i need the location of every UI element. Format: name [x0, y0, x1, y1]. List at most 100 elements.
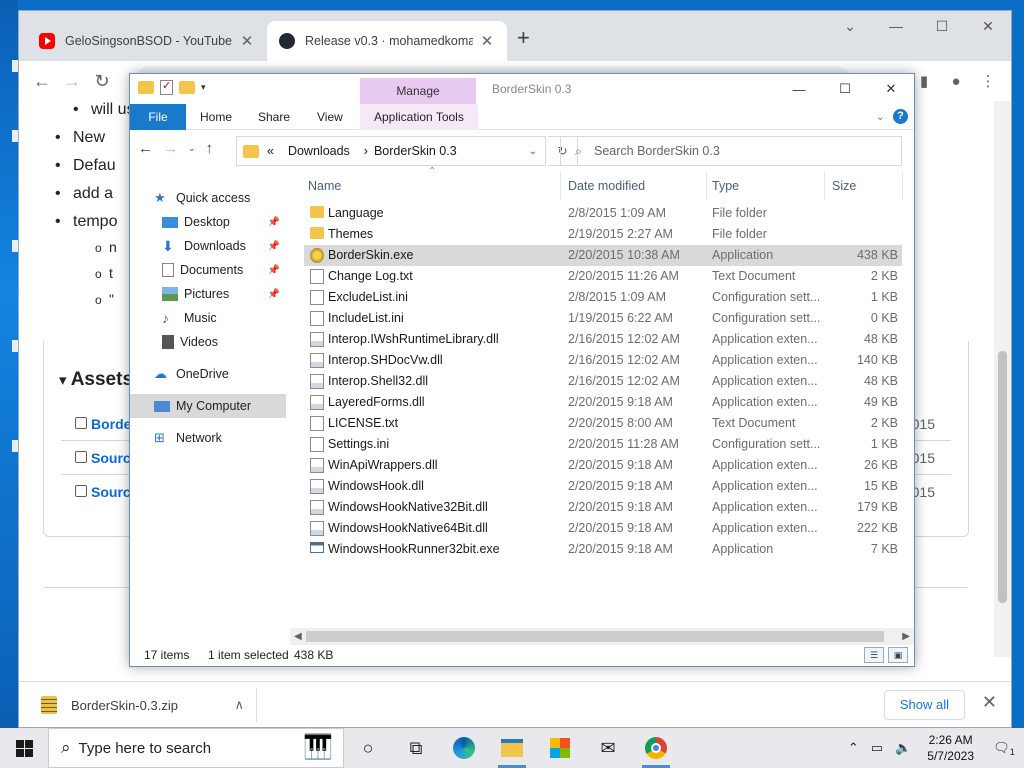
file-explorer-taskbar-button[interactable]: [488, 728, 536, 768]
column-header-date[interactable]: Date modified: [568, 172, 645, 200]
column-header-type[interactable]: Type: [712, 172, 739, 200]
taskbar-search-box[interactable]: ⌕ Type here to search 🎹: [48, 728, 344, 768]
breadcrumb-overflow[interactable]: «: [267, 144, 274, 158]
address-bar[interactable]: « Downloads › BorderSkin 0.3 ⌄: [236, 136, 546, 166]
file-row[interactable]: IncludeList.ini 1/19/2015 6:22 AM Configur…: [304, 308, 902, 329]
profile-avatar-icon[interactable]: ●: [941, 66, 971, 96]
details-view-icon[interactable]: ☰: [864, 647, 884, 663]
sidebar-item-my-computer[interactable]: My Computer: [130, 394, 286, 418]
sidebar-item-pictures[interactable]: Pictures 📌: [130, 282, 286, 306]
large-icons-view-icon[interactable]: ▣: [888, 647, 908, 663]
scroll-left-icon[interactable]: ◀: [294, 628, 302, 645]
chevron-up-icon[interactable]: ∧: [234, 697, 244, 713]
new-folder-icon[interactable]: [179, 81, 195, 94]
chrome-taskbar-button[interactable]: [632, 728, 680, 768]
close-tab-icon[interactable]: ✕: [239, 32, 255, 50]
pin-icon[interactable]: 📌: [268, 289, 280, 300]
download-item[interactable]: BorderSkin-0.3.zip ∧: [29, 688, 257, 722]
file-row[interactable]: Interop.IWshRuntimeLibrary.dll 2/16/2015 …: [304, 329, 902, 350]
sidebar-item-network[interactable]: ⊞ Network: [130, 426, 286, 450]
tab-application-tools[interactable]: Application Tools: [360, 104, 478, 130]
reload-icon[interactable]: ↻: [87, 66, 117, 96]
column-divider[interactable]: [706, 172, 707, 200]
tab-search-icon[interactable]: ⌄: [827, 11, 873, 41]
close-icon[interactable]: ✕: [868, 74, 914, 104]
column-header-name[interactable]: Name: [308, 172, 341, 200]
back-icon[interactable]: ←: [27, 66, 57, 96]
column-divider[interactable]: [560, 172, 561, 200]
file-row[interactable]: Settings.ini 2/20/2015 11:28 AM Configurat…: [304, 434, 902, 455]
breadcrumb-separator-icon[interactable]: ›: [364, 144, 368, 158]
new-tab-icon[interactable]: +: [517, 25, 530, 51]
back-icon[interactable]: ←: [138, 140, 153, 157]
clock[interactable]: 2:26 AM 5/7/2023: [927, 732, 974, 764]
column-divider[interactable]: [902, 172, 903, 200]
forward-icon[interactable]: →: [163, 140, 178, 157]
file-row[interactable]: WinApiWrappers.dll 2/20/2015 9:18 AM Appli…: [304, 455, 902, 476]
volume-icon[interactable]: 🔈: [895, 740, 911, 756]
edge-taskbar-button[interactable]: [440, 728, 488, 768]
cortana-icon[interactable]: ○: [344, 728, 392, 768]
file-row[interactable]: WindowsHookRunner32bit.exe 2/20/2015 9:18…: [304, 539, 902, 560]
file-row[interactable]: Themes 2/19/2015 2:27 AM File folder: [304, 224, 902, 245]
customize-dropdown-icon[interactable]: ▾: [201, 82, 206, 93]
scrollbar-thumb[interactable]: [998, 351, 1007, 603]
breadcrumb-downloads[interactable]: Downloads: [288, 144, 350, 158]
recent-locations-icon[interactable]: ⌄: [188, 143, 196, 154]
show-hidden-icons-icon[interactable]: ⌃: [848, 740, 859, 756]
tab-manage[interactable]: Manage: [360, 78, 476, 104]
sidebar-item-music[interactable]: ♪ Music: [130, 306, 286, 330]
file-row[interactable]: Interop.Shell32.dll 2/16/2015 12:02 AM App…: [304, 371, 902, 392]
sidebar-item-quick-access[interactable]: ★ Quick access: [130, 186, 286, 210]
sidebar-item-onedrive[interactable]: ☁ OneDrive: [130, 362, 286, 386]
maximize-icon[interactable]: ☐: [822, 74, 868, 104]
column-header-size[interactable]: Size: [832, 172, 856, 200]
tab-file[interactable]: File: [130, 104, 186, 130]
file-row[interactable]: Language 2/8/2015 1:09 AM File folder: [304, 203, 902, 224]
up-icon[interactable]: ↑: [206, 140, 214, 157]
start-button[interactable]: [0, 728, 48, 768]
task-view-icon[interactable]: ⧉: [392, 728, 440, 768]
close-tab-icon[interactable]: ✕: [479, 32, 495, 50]
maximize-icon[interactable]: ☐: [919, 11, 965, 41]
sidebar-item-desktop[interactable]: Desktop 📌: [130, 210, 286, 234]
minimize-icon[interactable]: —: [776, 74, 822, 104]
scroll-right-icon[interactable]: ▶: [902, 628, 910, 645]
expand-ribbon-icon[interactable]: ⌄: [876, 110, 885, 123]
tab-view[interactable]: View: [317, 104, 343, 130]
menu-kebab-icon[interactable]: ⋮: [973, 66, 1003, 96]
scrollbar-thumb[interactable]: [306, 631, 884, 642]
search-input[interactable]: ⌕ Search BorderSkin 0.3: [560, 136, 902, 166]
tab-youtube[interactable]: GeloSingsonBSOD - YouTube ✕: [27, 21, 267, 61]
file-row[interactable]: Change Log.txt 2/20/2015 11:26 AM Text Doc…: [304, 266, 902, 287]
sidebar-item-downloads[interactable]: ⬇ Downloads 📌: [130, 234, 286, 258]
tab-share[interactable]: Share: [258, 104, 290, 130]
forward-icon[interactable]: →: [57, 66, 87, 96]
notification-center-button[interactable]: 🗨 1: [984, 728, 1024, 768]
pin-icon[interactable]: 📌: [268, 265, 280, 276]
tab-github-release[interactable]: Release v0.3 · mohamedkomalo/ ✕: [267, 21, 507, 61]
assets-heading[interactable]: Assets: [59, 369, 133, 391]
close-icon[interactable]: ✕: [982, 692, 997, 713]
file-row[interactable]: WindowsHook.dll 2/20/2015 9:18 AM Applicat…: [304, 476, 902, 497]
file-row[interactable]: LayeredForms.dll 2/20/2015 9:18 AM Applica…: [304, 392, 902, 413]
sidebar-item-documents[interactable]: Documents 📌: [130, 258, 286, 282]
file-row[interactable]: ExcludeList.ini 2/8/2015 1:09 AM Configura…: [304, 287, 902, 308]
file-row[interactable]: BorderSkin.exe 2/20/2015 10:38 AM Applicat…: [304, 245, 902, 266]
network-status-icon[interactable]: ▭: [871, 740, 883, 756]
breadcrumb-current[interactable]: BorderSkin 0.3: [374, 144, 457, 158]
mail-taskbar-button[interactable]: ✉: [584, 728, 632, 768]
chevron-down-icon[interactable]: ⌄: [529, 146, 537, 157]
properties-icon[interactable]: [160, 79, 173, 95]
close-icon[interactable]: ✕: [965, 11, 1011, 41]
file-row[interactable]: WindowsHookNative64Bit.dll 2/20/2015 9:18…: [304, 518, 902, 539]
column-divider[interactable]: [824, 172, 825, 200]
file-row[interactable]: Interop.SHDocVw.dll 2/16/2015 12:02 AM App…: [304, 350, 902, 371]
store-taskbar-button[interactable]: [536, 728, 584, 768]
asset-link[interactable]: Borde: [91, 416, 131, 432]
pin-icon[interactable]: 📌: [268, 217, 280, 228]
tab-home[interactable]: Home: [200, 104, 232, 130]
help-icon[interactable]: ?: [893, 109, 908, 124]
pin-icon[interactable]: 📌: [268, 241, 280, 252]
file-row[interactable]: LICENSE.txt 2/20/2015 8:00 AM Text Documen…: [304, 413, 902, 434]
